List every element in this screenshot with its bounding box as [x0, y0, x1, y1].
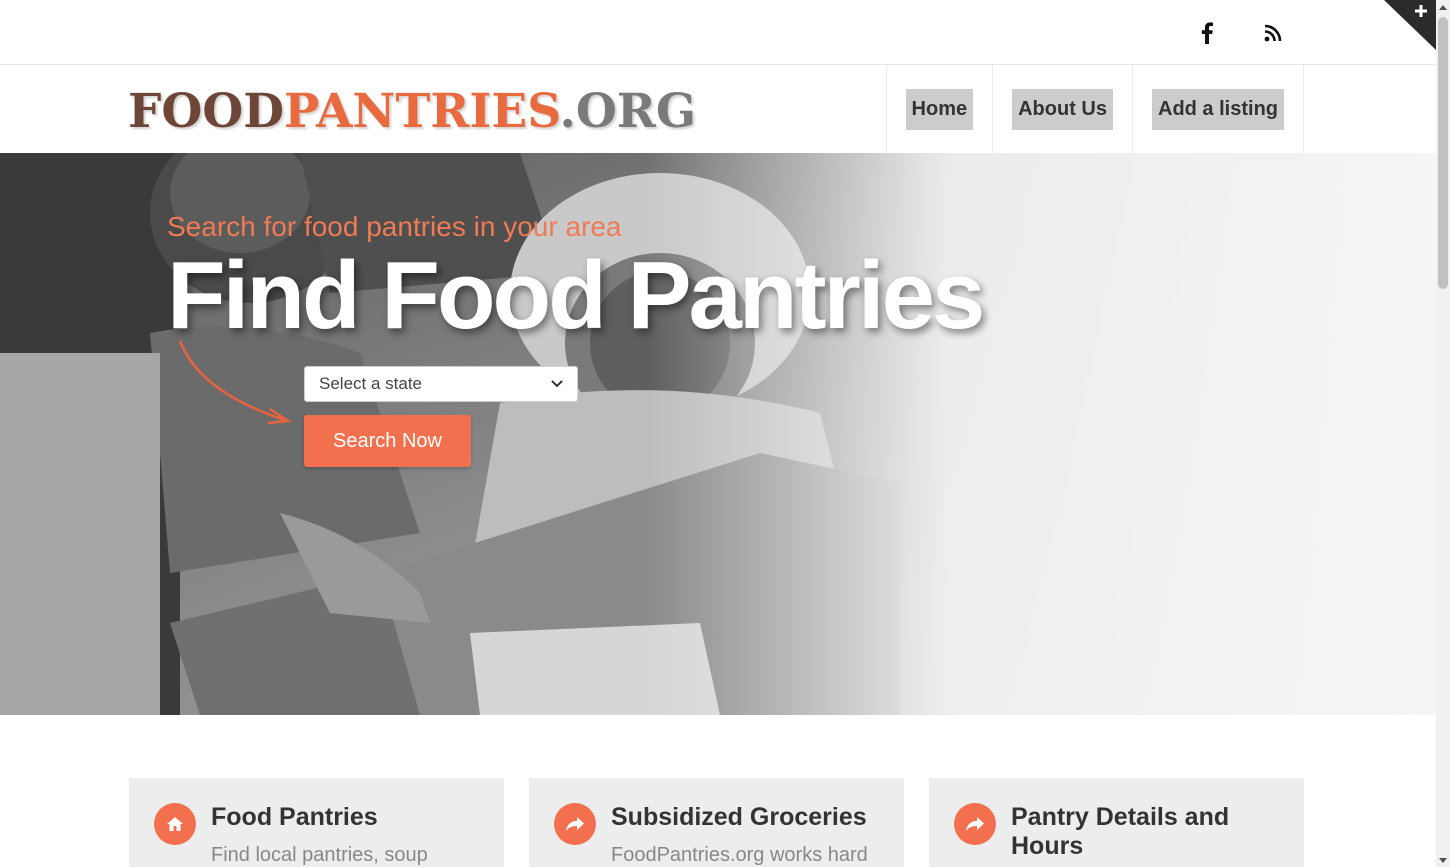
logo-part-pantries: PANTRIES — [284, 84, 560, 139]
nav-item-about-us[interactable]: About Us — [993, 65, 1133, 153]
card-subsidized-groceries: Subsidized Groceries FoodPantries.org wo… — [529, 778, 904, 867]
card-pantry-details: Pantry Details and Hours — [929, 778, 1304, 867]
arrow-icon — [178, 340, 292, 425]
state-select[interactable]: Select a state — [304, 366, 578, 402]
search-now-button[interactable]: Search Now — [304, 415, 471, 467]
site-logo[interactable]: FOODPANTRIES.ORG — [128, 88, 696, 135]
hero-section: Search for food pantries in your area Fi… — [0, 153, 1436, 715]
nav-item-add-listing[interactable]: Add a listing — [1133, 65, 1304, 153]
card-food-pantries: Food Pantries Find local pantries, soup — [129, 778, 504, 867]
share-arrow-icon — [554, 803, 596, 845]
card-text: Find local pantries, soup — [211, 844, 428, 866]
top-social-bar — [0, 0, 1436, 65]
logo-part-org: .ORG — [559, 84, 696, 139]
chevron-down-icon — [551, 380, 563, 388]
card-title: Subsidized Groceries — [611, 803, 867, 831]
plus-icon[interactable] — [1384, 0, 1436, 50]
nav-home-link[interactable]: Home — [905, 88, 974, 130]
vertical-scrollbar[interactable] — [1436, 0, 1450, 867]
site-header: FOODPANTRIES.ORG Home About Us Add a lis… — [0, 65, 1436, 153]
feature-cards: Food Pantries Find local pantries, soup … — [129, 778, 1304, 867]
main-nav: Home About Us Add a listing — [885, 65, 1304, 153]
nav-item-home[interactable]: Home — [887, 65, 994, 153]
scroll-up-arrow-icon[interactable] — [1436, 0, 1450, 14]
share-arrow-icon — [954, 803, 996, 845]
home-icon — [154, 803, 196, 845]
card-text: FoodPantries.org works hard — [611, 844, 868, 866]
rss-icon[interactable] — [1260, 20, 1286, 46]
facebook-icon[interactable] — [1194, 20, 1220, 46]
scroll-down-arrow-icon[interactable] — [1436, 853, 1450, 867]
hero-tagline: Search for food pantries in your area — [167, 211, 622, 242]
state-select-value: Select a state — [319, 374, 423, 393]
nav-add-listing-link[interactable]: Add a listing — [1152, 88, 1284, 130]
nav-about-us-link[interactable]: About Us — [1012, 88, 1113, 130]
card-title: Pantry Details and Hours — [1011, 803, 1230, 860]
scrollbar-thumb[interactable] — [1438, 17, 1448, 289]
logo-part-food: FOOD — [128, 84, 285, 139]
card-title: Food Pantries — [211, 803, 378, 831]
